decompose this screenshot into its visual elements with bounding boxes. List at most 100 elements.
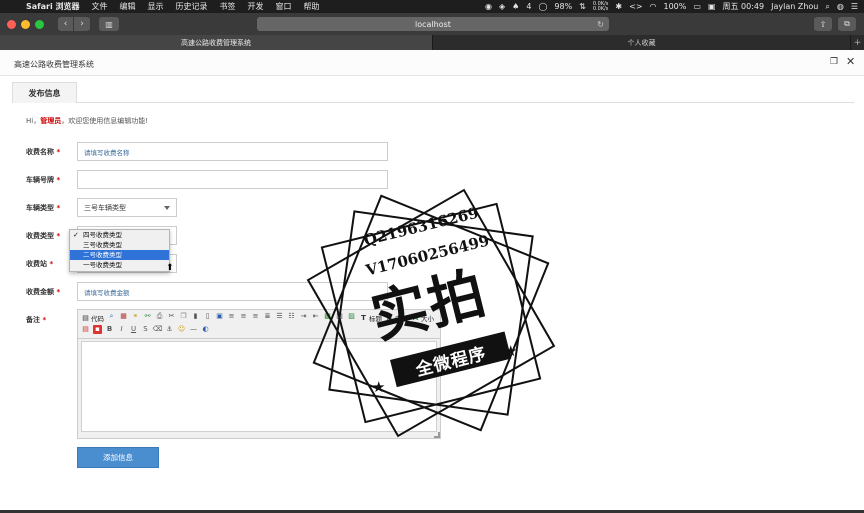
code-button[interactable]: ▤ 代码: [81, 312, 104, 324]
source-icon[interactable]: ◐: [201, 325, 210, 334]
tabs-overview-icon[interactable]: ⧉: [838, 17, 856, 31]
ordered-list-icon[interactable]: ☰: [275, 312, 284, 321]
find-icon[interactable]: ⌕: [107, 312, 116, 321]
system-header: 高速公路收费管理系统 ❐ ✕: [0, 50, 864, 76]
link-icon[interactable]: ⚭: [131, 312, 140, 321]
restore-window-icon[interactable]: ❐: [830, 58, 839, 67]
checkmark-icon: ✓: [73, 231, 79, 239]
notification-badge-count: 4: [526, 2, 532, 11]
bg-color-icon[interactable]: ▪: [93, 325, 102, 334]
notification-icon[interactable]: ♠: [512, 2, 519, 11]
menu-help[interactable]: 帮助: [298, 1, 326, 12]
fee-name-input[interactable]: 请填写收费名称: [77, 142, 388, 161]
bold-icon[interactable]: B: [105, 325, 114, 334]
wifi-icon[interactable]: ◠: [650, 2, 657, 11]
minimize-window-button[interactable]: [21, 19, 30, 29]
siri-icon[interactable]: ◍: [837, 2, 844, 11]
s-app-icon[interactable]: ▣: [708, 2, 716, 11]
fee-name-label: 收费名称 *: [26, 147, 60, 157]
battery-icon[interactable]: ▭: [693, 2, 701, 11]
net-down-speed: 0.0K/s: [592, 5, 609, 12]
back-icon[interactable]: ‹: [58, 17, 74, 31]
clock[interactable]: 周五 00:49: [723, 1, 765, 12]
chevron-down-icon: [164, 206, 170, 210]
fee-name-placeholder: 请填写收费名称: [84, 148, 130, 157]
sidebar-toggle-icon[interactable]: ▥: [99, 17, 119, 31]
share-icon[interactable]: ⇧: [814, 17, 832, 31]
amount-label-text: 收费金额: [26, 288, 54, 296]
status-area: ◉ ◈ ♠ 4 ◯ 98% ⇅ 0.0K/s 0.0K/s ✱ <> ◠ 100…: [485, 1, 864, 12]
menu-edit[interactable]: 编辑: [114, 1, 142, 12]
plate-label-text: 车辆号牌: [26, 176, 54, 184]
reload-icon[interactable]: ↻: [597, 20, 604, 29]
menu-view[interactable]: 显示: [142, 1, 170, 12]
star-icon: ★: [372, 378, 386, 396]
unlink-icon[interactable]: ⚯: [143, 312, 152, 321]
print-icon[interactable]: ⎙: [155, 312, 164, 321]
paste-word-icon[interactable]: ▣: [215, 312, 224, 321]
menu-bookmarks[interactable]: 书签: [214, 1, 242, 12]
fee-type-label-text: 收费类型: [26, 232, 54, 240]
required-mark: *: [56, 176, 61, 184]
vehicle-type-label-text: 车辆类型: [26, 204, 54, 212]
zoom-window-button[interactable]: [35, 19, 44, 29]
star-icon: ★: [504, 342, 518, 360]
italic-icon[interactable]: I: [117, 325, 126, 334]
menu-file[interactable]: 文件: [86, 1, 114, 12]
menu-develop[interactable]: 开发: [242, 1, 270, 12]
spotlight-search-icon[interactable]: ⌕: [825, 2, 829, 12]
tab-publish-info[interactable]: 发布信息: [12, 82, 77, 103]
underline-icon[interactable]: U: [129, 325, 138, 334]
emoticon-icon[interactable]: ☺: [177, 325, 186, 334]
table-icon[interactable]: ▦: [119, 312, 128, 321]
fee-type-option[interactable]: ✓ 四号收费类型: [70, 230, 169, 240]
new-tab-icon[interactable]: +: [851, 35, 864, 50]
justify-icon[interactable]: ≣: [263, 312, 272, 321]
cpu-ring-icon[interactable]: ◯: [538, 2, 547, 11]
wechat-icon[interactable]: ◉: [485, 2, 492, 11]
fee-type-option-label: 四号收费类型: [83, 231, 122, 239]
unordered-list-icon[interactable]: ☷: [287, 312, 296, 321]
notification-center-icon[interactable]: ☰: [851, 2, 858, 11]
network-speed: 0.0K/s 0.0K/s: [592, 1, 609, 12]
address-bar[interactable]: localhost ↻: [257, 17, 609, 31]
browser-tab-label: 个人收藏: [627, 38, 656, 47]
fee-type-option[interactable]: 二号收费类型: [70, 250, 169, 260]
code-icon[interactable]: <>: [629, 2, 642, 11]
paste-text-icon[interactable]: ▯: [203, 312, 212, 321]
vehicle-type-label: 车辆类型 *: [26, 203, 60, 213]
fee-type-option[interactable]: 一号收费类型: [70, 260, 169, 270]
align-right-icon[interactable]: ≡: [251, 312, 260, 321]
plate-input[interactable]: [77, 170, 388, 189]
copy-icon[interactable]: ❐: [179, 312, 188, 321]
menu-history[interactable]: 历史记录: [170, 1, 214, 12]
greeting-suffix: ，欢迎您使用信息编辑功能!: [61, 117, 149, 125]
align-left-icon[interactable]: ≡: [227, 312, 236, 321]
remove-format-icon[interactable]: ⌫: [153, 325, 163, 334]
forward-icon[interactable]: ›: [74, 17, 90, 31]
paste-icon[interactable]: ▮: [191, 312, 200, 321]
vehicle-type-select[interactable]: 三号车辆类型: [77, 198, 177, 217]
required-mark: *: [56, 232, 61, 240]
cut-icon[interactable]: ✂: [167, 312, 176, 321]
menu-app-name[interactable]: Safari 浏览器: [20, 1, 86, 12]
user-name[interactable]: Jaylan Zhou: [771, 2, 818, 11]
add-info-button[interactable]: 添加信息: [77, 447, 159, 468]
strike-icon[interactable]: S: [141, 325, 150, 334]
bluetooth-icon[interactable]: ✱: [615, 2, 622, 11]
align-center-icon[interactable]: ≡: [239, 312, 248, 321]
close-window-button[interactable]: [7, 19, 16, 29]
fee-name-label-text: 收费名称: [26, 148, 54, 156]
fee-type-option[interactable]: 三号收费类型: [70, 240, 169, 250]
required-mark: *: [56, 148, 61, 156]
qq-icon[interactable]: ◈: [499, 2, 505, 11]
hr-icon[interactable]: —: [189, 325, 198, 334]
network-icon: ⇅: [579, 2, 586, 11]
close-icon[interactable]: ✕: [846, 56, 855, 67]
browser-tab-favorites[interactable]: 个人收藏: [433, 35, 851, 50]
browser-tab-system[interactable]: 高速公路收费管理系统: [0, 35, 433, 50]
text-color-icon[interactable]: ▤: [81, 325, 90, 334]
greeting-user: 管理员: [40, 117, 62, 125]
anchor-icon[interactable]: ⚓: [165, 325, 174, 334]
menu-window[interactable]: 窗口: [270, 1, 298, 12]
